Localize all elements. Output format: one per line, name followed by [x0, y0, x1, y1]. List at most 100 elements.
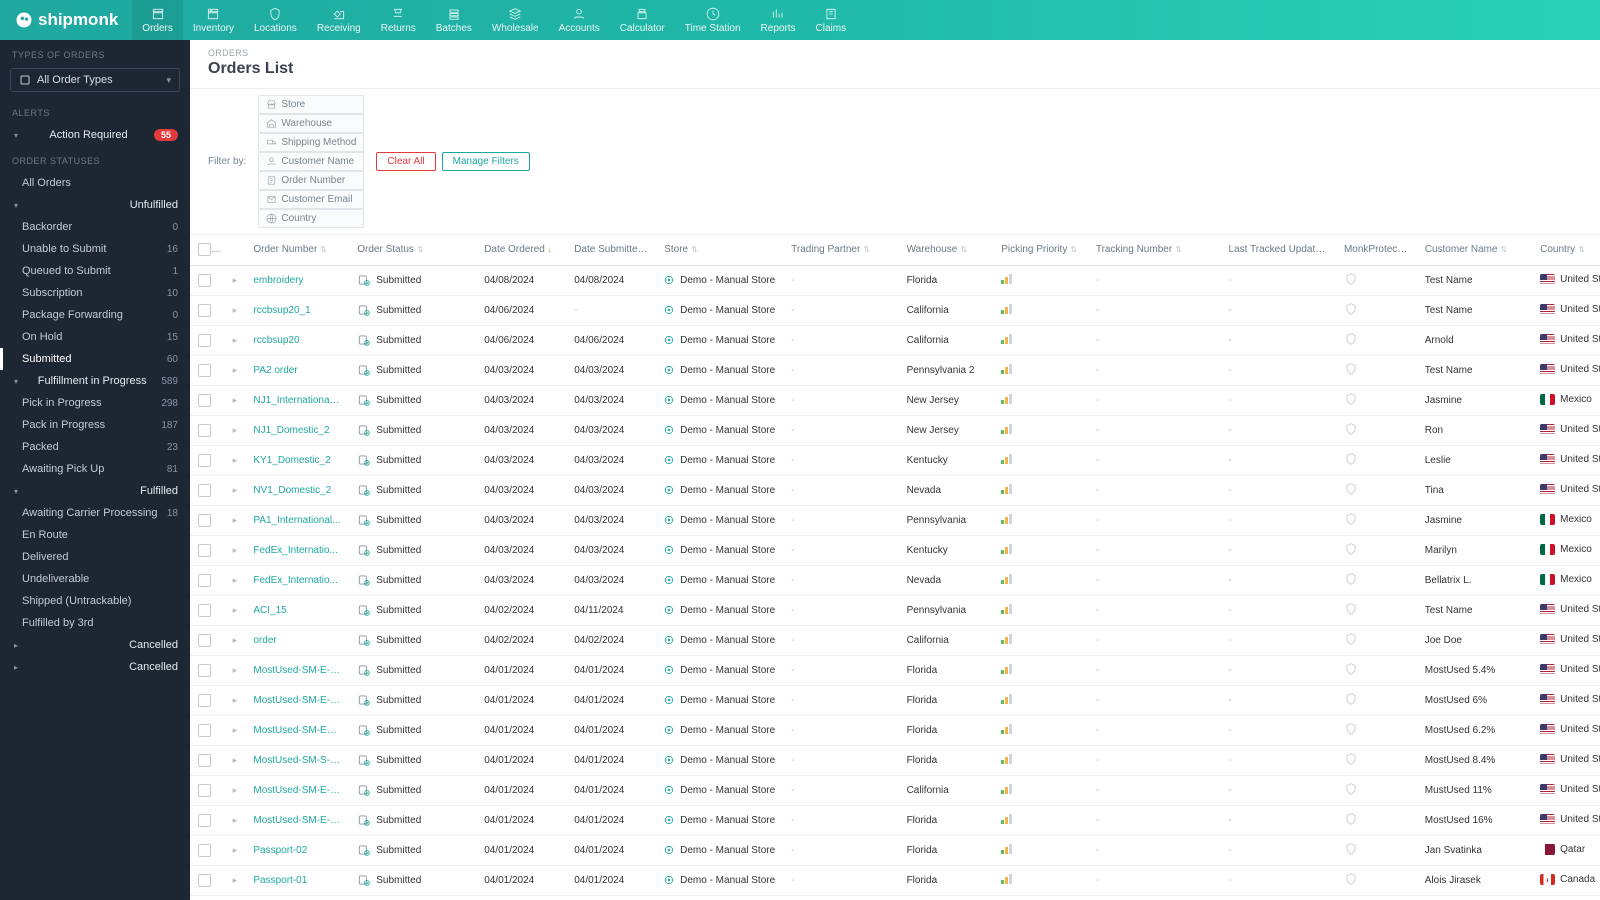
order-number-link[interactable]: PA2 order	[245, 355, 349, 385]
order-number-link[interactable]: MostUsed-SM-E-P...	[245, 805, 349, 835]
order-number-link[interactable]: Passport-01	[245, 865, 349, 895]
sidebar-item-fulfilled[interactable]: Fulfilled	[0, 480, 190, 502]
expand-icon[interactable]: ▸	[233, 635, 238, 645]
row-checkbox[interactable]	[198, 484, 211, 497]
nav-claims[interactable]: Claims	[806, 0, 857, 40]
table-row[interactable]: ▸Passport-01Submitted04/01/202404/01/202…	[190, 865, 1600, 895]
expand-icon[interactable]: ▸	[233, 395, 238, 405]
expand-icon[interactable]: ▸	[233, 665, 238, 675]
order-number-link[interactable]: rccbsup20	[245, 325, 349, 355]
table-row[interactable]: ▸embroiderySubmitted04/08/202404/08/2024…	[190, 265, 1600, 295]
row-checkbox[interactable]	[198, 424, 211, 437]
order-number-link[interactable]: NJ1_Domestic_2	[245, 415, 349, 445]
manage-filters-button[interactable]: Manage Filters	[442, 152, 530, 171]
expand-icon[interactable]: ▸	[233, 815, 238, 825]
nav-receiving[interactable]: Receiving	[307, 0, 371, 40]
table-row[interactable]: ▸PA2 orderSubmitted04/03/202404/03/2024D…	[190, 355, 1600, 385]
sidebar-item-backorder[interactable]: Backorder0	[0, 216, 190, 238]
nav-batches[interactable]: Batches	[426, 0, 482, 40]
nav-inventory[interactable]: Inventory	[183, 0, 244, 40]
table-row[interactable]: ▸rccbsup20Submitted04/06/202404/06/2024D…	[190, 325, 1600, 355]
nav-locations[interactable]: Locations	[244, 0, 307, 40]
filter-chip-customer-email[interactable]: Customer Email	[258, 190, 364, 209]
expand-icon[interactable]: ▸	[233, 575, 238, 585]
order-type-select[interactable]: All Order Types ▾	[10, 68, 180, 92]
filter-chip-customer-name[interactable]: Customer Name	[258, 152, 364, 171]
row-checkbox[interactable]	[198, 694, 211, 707]
nav-accounts[interactable]: Accounts	[549, 0, 610, 40]
row-checkbox[interactable]	[198, 574, 211, 587]
table-row[interactable]: ▸orderSubmitted04/02/202404/02/2024Demo …	[190, 625, 1600, 655]
sidebar-item-package-forwarding[interactable]: Package Forwarding0	[0, 304, 190, 326]
order-number-link[interactable]: MostUsed-SM-EP-...	[245, 715, 349, 745]
col-warehouse[interactable]: Warehouse⇅	[899, 235, 994, 265]
sidebar-item-pick-in-progress[interactable]: Pick in Progress298	[0, 392, 190, 414]
order-number-link[interactable]: NV1_Domestic_2	[245, 475, 349, 505]
filter-chip-shipping-method[interactable]: Shipping Method	[258, 133, 364, 152]
order-number-link[interactable]: MostUsed-SM-E-U...	[245, 775, 349, 805]
table-row[interactable]: ▸FL-PB-04Submitted04/01/202404/01/2024De…	[190, 895, 1600, 900]
row-checkbox[interactable]	[198, 394, 211, 407]
filter-chip-order-number[interactable]: Order Number	[258, 171, 364, 190]
sidebar-item-all-orders[interactable]: All Orders	[0, 172, 190, 194]
expand-icon[interactable]: ▸	[233, 485, 238, 495]
col-tracking-number[interactable]: Tracking Number⇅	[1088, 235, 1221, 265]
sidebar-action-required[interactable]: Action Required 55	[0, 124, 190, 146]
expand-icon[interactable]: ▸	[233, 275, 238, 285]
table-row[interactable]: ▸MostUsed-SM-E-P...Submitted04/01/202404…	[190, 805, 1600, 835]
expand-icon[interactable]: ▸	[233, 845, 238, 855]
table-row[interactable]: ▸MostUsed-SM-S-U...Submitted04/01/202404…	[190, 745, 1600, 775]
select-all-checkbox[interactable]	[198, 243, 211, 256]
row-checkbox[interactable]	[198, 754, 211, 767]
nav-orders[interactable]: Orders	[132, 0, 183, 40]
order-number-link[interactable]: FedEx_Internatio...	[245, 535, 349, 565]
expand-icon[interactable]: ▸	[233, 725, 238, 735]
order-number-link[interactable]: NJ1_International_2	[245, 385, 349, 415]
sidebar-item-shipped-(untrackable)[interactable]: Shipped (Untrackable)	[0, 590, 190, 612]
col-order-status[interactable]: Order Status⇅	[349, 235, 476, 265]
order-number-link[interactable]: FedEx_Internatio...	[245, 565, 349, 595]
col-store[interactable]: Store⇅	[656, 235, 783, 265]
sidebar-item-packed[interactable]: Packed23	[0, 436, 190, 458]
expand-icon[interactable]: ▸	[233, 695, 238, 705]
sidebar-item-cancelled[interactable]: Cancelled	[0, 656, 190, 678]
expand-icon[interactable]: ▸	[233, 545, 238, 555]
order-number-link[interactable]: MostUsed-SM-S-U...	[245, 745, 349, 775]
col-customer-name[interactable]: Customer Name⇅	[1417, 235, 1532, 265]
col-picking-priority[interactable]: Picking Priority⇅	[993, 235, 1088, 265]
expand-icon[interactable]: ▸	[233, 305, 238, 315]
row-checkbox[interactable]	[198, 664, 211, 677]
sidebar-item-on-hold[interactable]: On Hold15	[0, 326, 190, 348]
table-row[interactable]: ▸FedEx_Internatio...Submitted04/03/20240…	[190, 565, 1600, 595]
orders-table-wrapper[interactable]: ▾Order Number⇅Order Status⇅Date Ordered↓…	[190, 235, 1600, 900]
expand-icon[interactable]: ▸	[233, 425, 238, 435]
table-row[interactable]: ▸NJ1_International_2Submitted04/03/20240…	[190, 385, 1600, 415]
table-row[interactable]: ▸NJ1_Domestic_2Submitted04/03/202404/03/…	[190, 415, 1600, 445]
brand-logo[interactable]: shipmonk	[0, 0, 132, 40]
order-number-link[interactable]: FL-PB-04	[245, 895, 349, 900]
nav-returns[interactable]: Returns	[371, 0, 426, 40]
order-number-link[interactable]: embroidery	[245, 265, 349, 295]
sidebar-item-unable-to-submit[interactable]: Unable to Submit16	[0, 238, 190, 260]
filter-chip-store[interactable]: Store	[258, 95, 364, 114]
table-row[interactable]: ▸ACI_15Submitted04/02/202404/11/2024Demo…	[190, 595, 1600, 625]
col-last-tracked-update-at[interactable]: Last Tracked Update At⇅	[1221, 235, 1336, 265]
expand-icon[interactable]: ▸	[233, 455, 238, 465]
expand-icon[interactable]: ▸	[233, 515, 238, 525]
sidebar-item-delivered[interactable]: Delivered	[0, 546, 190, 568]
order-number-link[interactable]: Passport-02	[245, 835, 349, 865]
col-country[interactable]: Country⇅	[1532, 235, 1600, 265]
sidebar-item-undeliverable[interactable]: Undeliverable	[0, 568, 190, 590]
expand-icon[interactable]: ▸	[233, 335, 238, 345]
sidebar-item-en-route[interactable]: En Route	[0, 524, 190, 546]
expand-icon[interactable]: ▸	[233, 755, 238, 765]
sidebar-item-fulfilled-by-3rd[interactable]: Fulfilled by 3rd	[0, 612, 190, 634]
sidebar-item-awaiting-carrier-processing[interactable]: Awaiting Carrier Processing18	[0, 502, 190, 524]
nav-wholesale[interactable]: Wholesale	[482, 0, 549, 40]
order-number-link[interactable]: PA1_International...	[245, 505, 349, 535]
order-number-link[interactable]: MostUsed-SM-E-U...	[245, 655, 349, 685]
row-checkbox[interactable]	[198, 844, 211, 857]
filter-chip-warehouse[interactable]: Warehouse	[258, 114, 364, 133]
row-checkbox[interactable]	[198, 514, 211, 527]
table-row[interactable]: ▸KY1_Domestic_2Submitted04/03/202404/03/…	[190, 445, 1600, 475]
